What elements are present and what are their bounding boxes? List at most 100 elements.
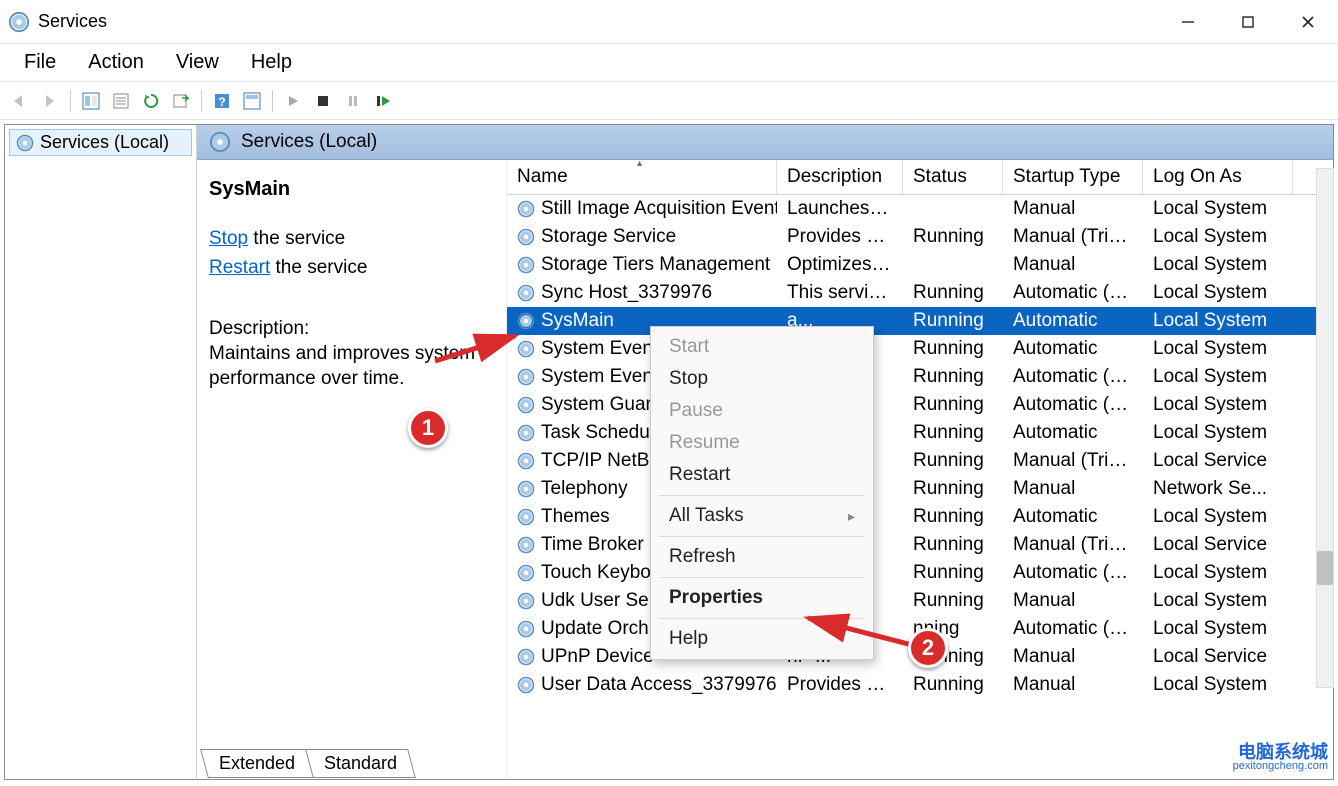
service-row[interactable]: SysMaina...RunningAutomaticLocal System [507,307,1333,335]
service-icon [517,620,535,638]
ctx-resume: Resume [651,427,873,459]
menu-view[interactable]: View [160,47,235,78]
sort-indicator-icon: ▴ [637,160,642,169]
service-icon [517,368,535,386]
restart-service-link[interactable]: Restart [209,257,270,278]
service-icon [517,536,535,554]
service-row[interactable]: Sync Host_3379976This service ...Running… [507,279,1333,307]
ctx-restart[interactable]: Restart [651,459,873,491]
service-icon [517,228,535,246]
menu-file[interactable]: File [8,47,72,78]
cell-logon: Local System [1143,338,1293,360]
cell-status: Running [903,282,1003,304]
service-row[interactable]: Still Image Acquisition EventsLaunches a… [507,195,1333,223]
forward-button[interactable] [36,87,64,115]
service-row[interactable]: User Data Access_3379976Provides ap...Ru… [507,671,1333,699]
list-header: ▴ Name Description Status Startup Type L… [507,160,1333,195]
back-button[interactable] [6,87,34,115]
services-icon [209,131,231,153]
cell-logon: Network Se... [1143,478,1293,500]
tab-extended-label: Extended [219,753,295,774]
cell-name: Storage Service [507,226,777,248]
service-row[interactable]: TCP/IP NetBIOup...RunningManual (Trigg..… [507,447,1333,475]
annotation-badge-2: 2 [908,628,948,668]
service-row[interactable]: Time Brokeres ...RunningManual (Trigg...… [507,531,1333,559]
help-button[interactable]: ? [208,87,236,115]
toolbar-separator [272,90,273,112]
cell-startup: Automatic [1003,506,1143,528]
refresh-button[interactable] [137,87,165,115]
service-row[interactable]: System Eventsy...RunningAutomaticLocal S… [507,335,1333,363]
service-icon [517,564,535,582]
cell-name: Sync Host_3379976 [507,282,777,304]
cell-description: Provides ena... [777,226,903,248]
cell-startup: Automatic (De... [1003,618,1143,640]
menu-action[interactable]: Action [72,47,160,78]
service-row[interactable]: System Eventes ...RunningAutomatic (Tri.… [507,363,1333,391]
service-row[interactable]: Storage ServiceProvides ena...RunningMan… [507,223,1333,251]
cell-status: Running [903,422,1003,444]
service-list: ▴ Name Description Status Startup Type L… [507,160,1333,779]
cell-description: Optimizes th... [777,254,903,276]
tab-standard[interactable]: Standard [305,749,416,778]
ctx-all-tasks[interactable]: All Tasks▸ [651,500,873,532]
content-header-label: Services (Local) [241,131,377,153]
menu-help[interactable]: Help [235,47,308,78]
column-description[interactable]: Description [777,160,903,194]
pause-service-button[interactable] [339,87,367,115]
show-hide-tree-button[interactable] [77,87,105,115]
minimize-button[interactable] [1158,0,1218,44]
service-icon [517,508,535,526]
restart-suffix: the service [270,257,367,278]
service-row[interactable]: Telephonyel...RunningManualNetwork Se... [507,475,1333,503]
service-row[interactable]: ThemesRunningAutomaticLocal System [507,503,1333,531]
service-icon [517,284,535,302]
services-icon [16,134,34,152]
service-icon [517,200,535,218]
view-tabs: Extended Standard [204,749,411,778]
menu-bar: File Action View Help [0,44,1338,82]
restart-service-button[interactable] [369,87,397,115]
cell-logon: Local System [1143,394,1293,416]
close-button[interactable] [1278,0,1338,44]
cell-status: Running [903,310,1003,332]
watermark: 电脑系统城 pexitongcheng.com [1233,743,1328,772]
detail-pane: SysMain Stop the service Restart the ser… [197,160,507,779]
cell-description: Provides ap... [777,674,903,696]
cell-startup: Manual [1003,198,1143,220]
service-row[interactable]: Touch Keybo...RunningAutomatic (Tri...Lo… [507,559,1333,587]
column-startup[interactable]: Startup Type [1003,160,1143,194]
service-row[interactable]: Storage Tiers ManagementOptimizes th...M… [507,251,1333,279]
ctx-stop[interactable]: Stop [651,363,873,395]
badge-1-label: 1 [422,415,434,441]
nav-label: Services (Local) [40,132,169,153]
export-button[interactable] [167,87,195,115]
column-status[interactable]: Status [903,160,1003,194]
service-row[interactable]: System Guardan...RunningAutomatic (De...… [507,391,1333,419]
cell-name: User Data Access_3379976 [507,674,777,696]
start-service-button[interactable] [279,87,307,115]
stop-service-link[interactable]: Stop [209,228,248,249]
stop-suffix: the service [248,228,345,249]
action-pane-button[interactable] [238,87,266,115]
cell-startup: Manual [1003,478,1143,500]
services-icon [8,11,30,33]
properties-button[interactable] [107,87,135,115]
vertical-scrollbar[interactable] [1316,168,1334,688]
service-row[interactable]: Task Schedulus...RunningAutomaticLocal S… [507,419,1333,447]
cell-status: Running [903,394,1003,416]
tab-extended[interactable]: Extended [200,749,314,778]
cell-status: Running [903,562,1003,584]
ctx-refresh[interactable]: Refresh [651,541,873,573]
cell-logon: Local System [1143,590,1293,612]
cell-startup: Manual [1003,646,1143,668]
maximize-button[interactable] [1218,0,1278,44]
scroll-thumb[interactable] [1317,551,1333,585]
nav-services-local[interactable]: Services (Local) [9,129,192,156]
annotation-badge-1: 1 [408,408,448,448]
column-logon[interactable]: Log On As [1143,160,1293,194]
stop-service-button[interactable] [309,87,337,115]
cell-startup: Automatic [1003,310,1143,332]
service-icon [517,396,535,414]
ctx-separator [659,577,865,578]
